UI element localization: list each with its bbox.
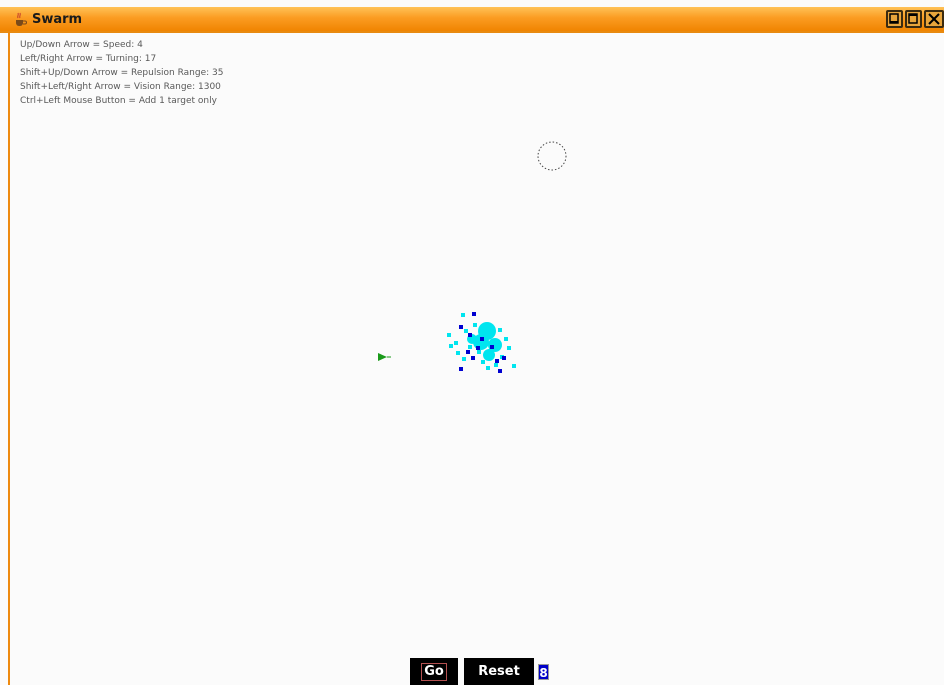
close-button[interactable]	[924, 10, 944, 28]
close-icon	[928, 13, 940, 25]
minimize-icon	[889, 13, 899, 24]
reset-button[interactable]: Reset	[464, 658, 534, 685]
predator-agent	[378, 353, 391, 361]
go-button[interactable]: Go	[410, 658, 458, 685]
java-coffee-icon	[16, 12, 27, 26]
simulation-canvas[interactable]	[10, 33, 944, 657]
minimize-button[interactable]	[886, 10, 903, 28]
maximize-icon	[908, 13, 918, 24]
swarm-cluster	[447, 312, 516, 373]
window-title: Swarm	[32, 12, 83, 27]
agent-count-field[interactable]: 8	[538, 664, 549, 680]
title-bar[interactable]: Swarm	[0, 0, 944, 33]
target-circle	[537, 141, 567, 171]
swarm-window: Swarm Up/Down Arrow = Speed: 4 Left/Righ…	[0, 0, 944, 685]
maximize-button[interactable]	[905, 10, 922, 28]
go-button-label: Go	[421, 663, 447, 681]
